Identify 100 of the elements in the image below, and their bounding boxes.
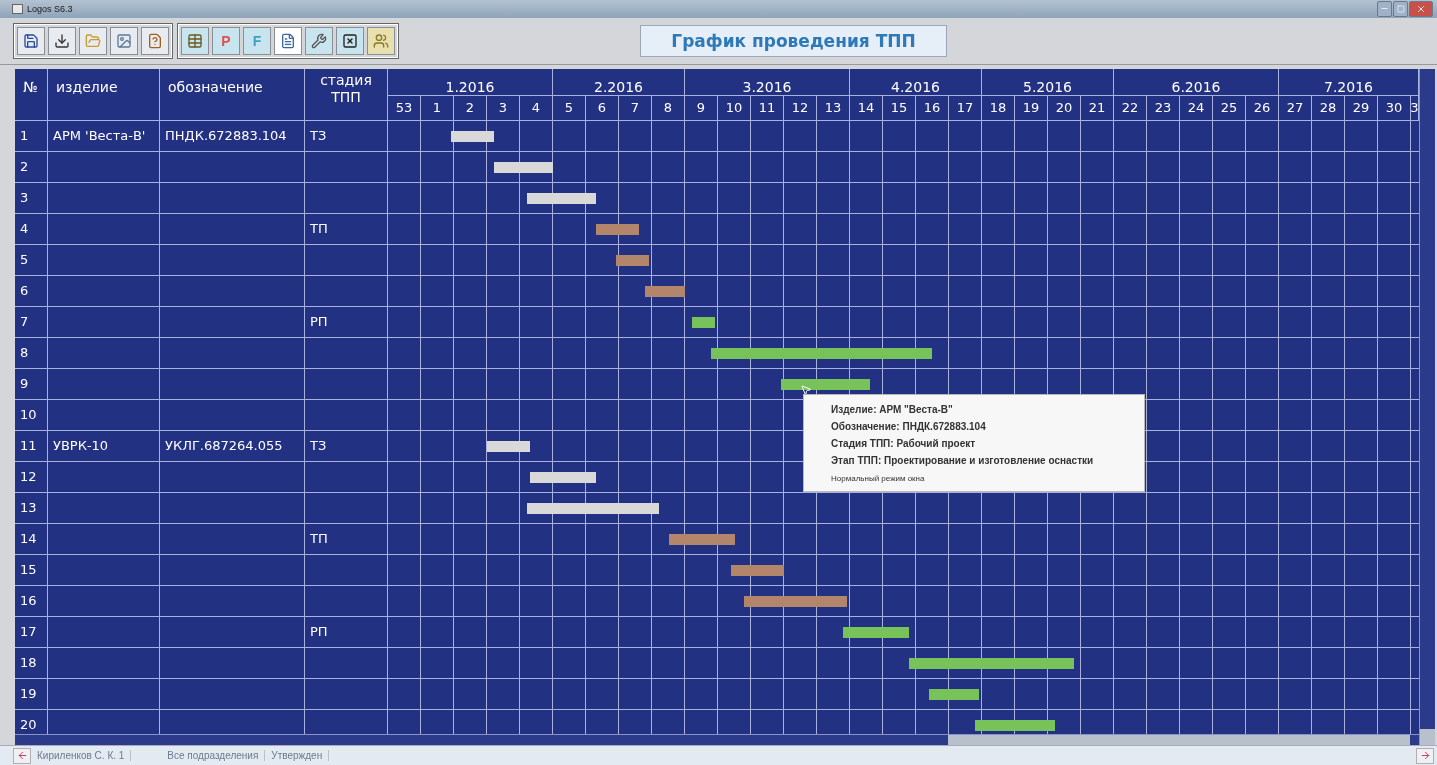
row-number: 10 xyxy=(15,400,48,431)
week-header: 23 xyxy=(1147,95,1180,121)
scrollbar-thumb[interactable] xyxy=(1420,729,1435,746)
week-header: 24 xyxy=(1180,95,1213,121)
toolbar-button[interactable]: P xyxy=(212,27,240,55)
folder-button[interactable] xyxy=(79,27,107,55)
gantt-bar[interactable] xyxy=(526,193,596,205)
row-number: 7 xyxy=(15,307,48,338)
document-button[interactable] xyxy=(141,27,169,55)
week-header: 14 xyxy=(850,95,883,121)
tooltip-footer: Нормальный режим окна xyxy=(831,474,1144,484)
maximize-button[interactable] xyxy=(1393,0,1408,17)
users-button[interactable] xyxy=(367,27,395,55)
tools-button[interactable] xyxy=(305,27,333,55)
row-number: 14 xyxy=(15,524,48,555)
floppy-button[interactable] xyxy=(17,27,45,55)
picture-icon xyxy=(116,33,132,49)
column-header: изделие xyxy=(56,79,118,97)
month-header: 2.2016 xyxy=(553,69,685,95)
gantt-bar[interactable] xyxy=(493,162,553,174)
stage-cell: ТЗ xyxy=(305,121,388,152)
table-button[interactable] xyxy=(181,27,209,55)
gantt-bar[interactable] xyxy=(711,348,933,360)
gantt-bar[interactable] xyxy=(843,627,910,639)
crossed-box-icon xyxy=(342,33,358,49)
back-button[interactable] xyxy=(13,747,31,764)
week-header: 20 xyxy=(1048,95,1081,121)
wrench-icon xyxy=(311,33,327,49)
code-cell: ПНДК.672883.104 xyxy=(160,121,305,152)
row-number: 1 xyxy=(15,121,48,152)
gantt-bar[interactable] xyxy=(780,379,870,391)
window-title: Logos S6.3 xyxy=(27,3,73,14)
column-header: обозначение xyxy=(168,79,263,97)
row-number: 17 xyxy=(15,617,48,648)
week-header: 8 xyxy=(652,95,685,121)
table-icon xyxy=(187,33,203,49)
gantt-bar[interactable] xyxy=(691,317,715,329)
product-cell: АРМ 'Веста-В' xyxy=(48,121,160,152)
row-number: 18 xyxy=(15,648,48,679)
gantt-bar[interactable] xyxy=(526,503,659,515)
cancel-button[interactable] xyxy=(336,27,364,55)
gantt-bar[interactable] xyxy=(975,720,1055,732)
picture-button[interactable] xyxy=(110,27,138,55)
week-header: 4 xyxy=(520,95,553,121)
week-header: 10 xyxy=(718,95,751,121)
tooltip-line: Стадия ТПП: Рабочий проект xyxy=(831,437,977,452)
maximize-icon xyxy=(1396,4,1405,13)
row-number: 5 xyxy=(15,245,48,276)
week-header: 25 xyxy=(1213,95,1246,121)
row-number: 11 xyxy=(15,431,48,462)
status-label: Утвержден xyxy=(271,750,330,762)
month-header: 5.2016 xyxy=(982,69,1114,95)
gantt-bar[interactable] xyxy=(929,689,979,701)
month-header: 4.2016 xyxy=(850,69,982,95)
row-number: 8 xyxy=(15,338,48,369)
week-header: 27 xyxy=(1279,95,1312,121)
document-button[interactable] xyxy=(274,27,302,55)
gantt-bar[interactable] xyxy=(615,255,649,267)
close-button[interactable] xyxy=(1409,0,1433,17)
scrollbar-thumb[interactable] xyxy=(948,735,1410,746)
week-header: 1 xyxy=(421,95,454,121)
row-number: 13 xyxy=(15,493,48,524)
save-as-button[interactable] xyxy=(48,27,76,55)
row-number: 15 xyxy=(15,555,48,586)
row-number: 6 xyxy=(15,276,48,307)
week-header: 9 xyxy=(685,95,718,121)
close-icon xyxy=(1416,3,1426,14)
week-header: 7 xyxy=(619,95,652,121)
gantt-bar[interactable] xyxy=(668,534,735,546)
tooltip-line: Этап ТПП: Проектирование и изготовление оснастки xyxy=(831,454,1095,469)
week-header: 6 xyxy=(586,95,619,121)
toolbar-button[interactable]: F xyxy=(243,27,271,55)
product-cell: УВРК-10 xyxy=(48,431,160,462)
gantt-bar[interactable] xyxy=(529,472,596,484)
week-header: 30 xyxy=(1378,95,1411,121)
forward-button[interactable] xyxy=(1416,747,1434,764)
week-header: 21 xyxy=(1081,95,1114,121)
week-header: 11 xyxy=(751,95,784,121)
row-number: 2 xyxy=(15,152,48,183)
horizontal-scrollbar[interactable] xyxy=(15,734,1419,746)
week-header: 13 xyxy=(817,95,850,121)
month-header: 6.2016 xyxy=(1114,69,1279,95)
document-icon xyxy=(280,33,296,49)
week-header: 29 xyxy=(1345,95,1378,121)
floppy-icon xyxy=(23,33,39,49)
arrow-left-icon xyxy=(16,750,28,762)
week-header: 5 xyxy=(553,95,586,121)
gantt-bar[interactable] xyxy=(909,658,1075,670)
stage-cell: ТП xyxy=(305,524,388,555)
gantt-bar[interactable] xyxy=(487,441,530,453)
gantt-bar[interactable] xyxy=(645,286,685,298)
gantt-bar[interactable] xyxy=(595,224,639,236)
week-header: 28 xyxy=(1312,95,1345,121)
minimize-button[interactable] xyxy=(1377,0,1392,17)
vertical-scrollbar[interactable] xyxy=(1419,69,1435,746)
gantt-bar[interactable] xyxy=(731,565,784,577)
department-label: Все подразделения xyxy=(167,750,266,762)
gantt-bar[interactable] xyxy=(450,131,494,143)
gantt-bar[interactable] xyxy=(744,596,847,608)
stage-cell: РП xyxy=(305,307,388,338)
